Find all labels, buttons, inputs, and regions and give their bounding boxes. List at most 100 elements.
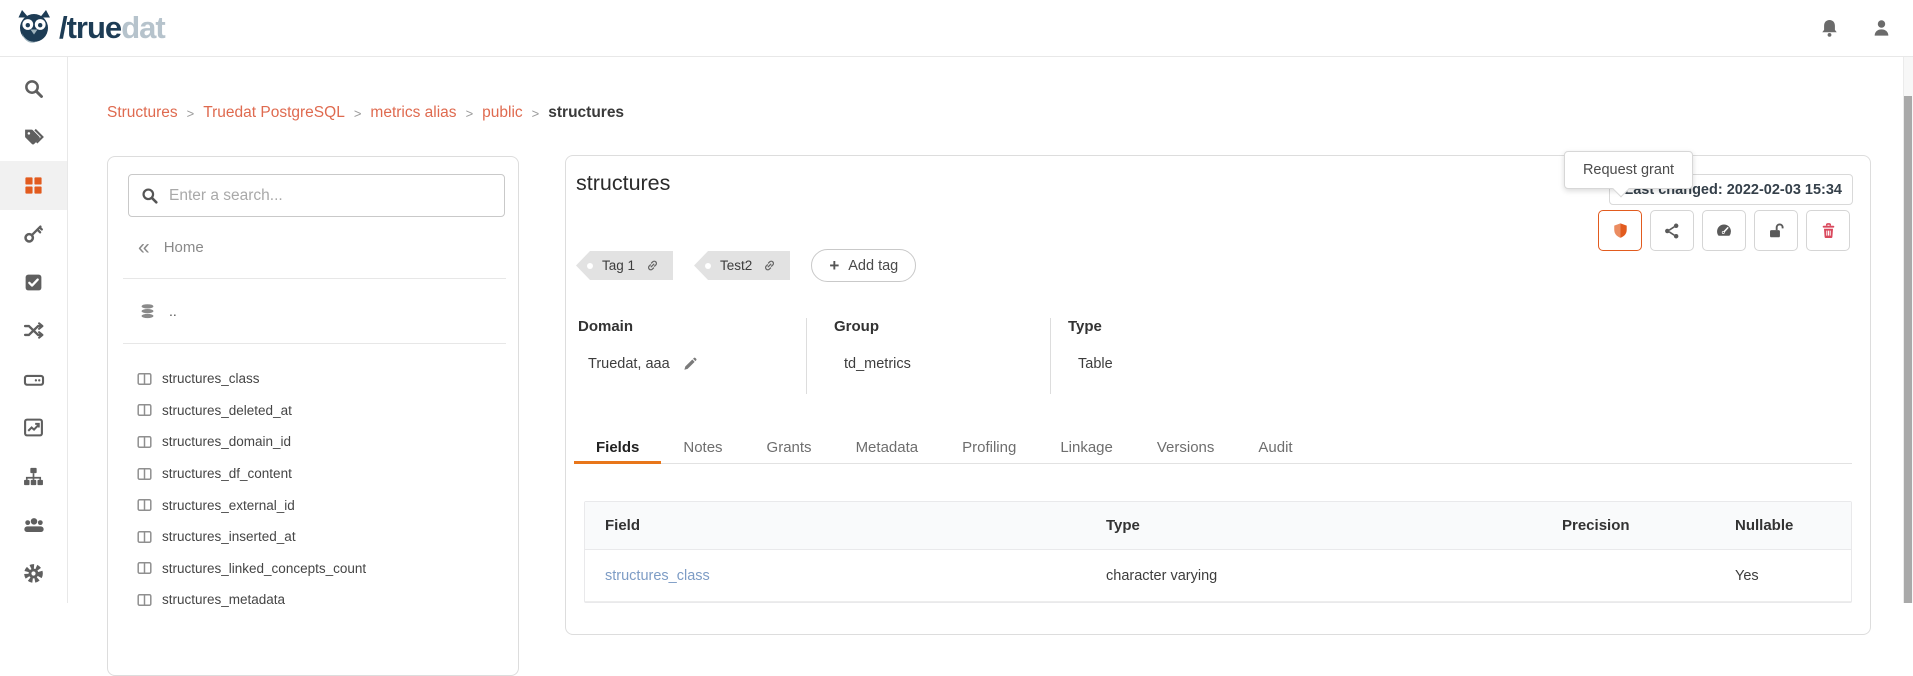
breadcrumb-link-structures[interactable]: Structures [107,104,178,122]
domain-label: Domain [578,318,806,335]
tab-notes[interactable]: Notes [661,431,744,463]
tab-profiling[interactable]: Profiling [940,431,1038,463]
tab-linkage[interactable]: Linkage [1038,431,1135,463]
sidebar-item-tags[interactable] [0,113,67,162]
sidebar-item-permissions[interactable] [0,210,67,259]
users-icon [23,514,45,535]
tag-chip[interactable]: Tag 1 [576,251,673,280]
trash-icon [1820,222,1837,240]
table-icon [137,561,152,575]
group-value: td_metrics [844,356,911,372]
explorer-parent-item[interactable]: .. [108,279,518,343]
structure-tree: structures_class structures_deleted_at s… [108,344,518,616]
add-tag-button[interactable]: + Add tag [811,249,916,282]
sidebar-item-lineage[interactable] [0,307,67,356]
share-icon [1663,222,1681,240]
home-label: Home [164,239,204,256]
breadcrumb-link-schema[interactable]: public [482,104,523,122]
tab-audit[interactable]: Audit [1236,431,1314,463]
structure-detail-card: structures Last changed: 2022-02-03 15:3… [565,155,1871,635]
tree-item[interactable]: structures_linked_concepts_count [108,553,518,585]
structure-explorer-panel: « Home .. structures_class structures_de… [107,156,519,676]
key-icon [23,223,44,244]
truedat-logo[interactable]: /truedat [14,8,165,48]
side-navigation [0,57,68,603]
sidebar-item-settings[interactable] [0,549,67,598]
request-grant-tooltip: Request grant [1564,151,1693,189]
type-label: Type [1068,318,1250,335]
table-icon [137,467,152,481]
tree-item[interactable]: structures_df_content [108,458,518,490]
metadata-summary: Domain Truedat, aaa Group td_metrics Typ… [578,318,1250,394]
breadcrumb-link-system[interactable]: Truedat PostgreSQL [203,104,345,122]
unlock-button[interactable] [1754,210,1798,251]
table-icon [137,372,152,386]
logo-wordmark: /truedat [59,10,165,46]
search-input[interactable] [169,187,492,205]
unlock-icon [1767,222,1786,240]
breadcrumb-separator: > [466,106,474,121]
group-column: Group td_metrics [806,318,1050,394]
tree-item[interactable]: structures_class [108,363,518,395]
parent-item-label: .. [169,303,177,319]
type-column: Type Table [1050,318,1250,394]
plus-icon: + [829,257,839,274]
field-name-link[interactable]: structures_class [585,568,1086,584]
request-grant-button[interactable] [1598,210,1642,251]
field-nullable-value: Yes [1715,568,1851,584]
check-square-icon [23,272,44,293]
column-header-field: Field [585,517,1086,534]
tree-item[interactable]: structures_external_id [108,489,518,521]
field-type-value: character varying [1086,568,1542,584]
tab-metadata[interactable]: Metadata [834,431,941,463]
breadcrumb-link-database[interactable]: metrics alias [370,104,456,122]
owl-logo-icon [14,8,54,48]
link-icon[interactable] [762,258,777,273]
sidebar-item-quality[interactable] [0,258,67,307]
sidebar-item-sources[interactable] [0,355,67,404]
scrollbar-thumb[interactable] [1904,96,1912,603]
edit-domain-pencil-icon[interactable] [682,356,698,372]
breadcrumb-separator: > [354,106,362,121]
share-button[interactable] [1650,210,1694,251]
tree-item[interactable]: structures_metadata [108,584,518,616]
table-icon [137,435,152,449]
breadcrumb-current: structures [548,104,624,122]
column-header-precision: Precision [1542,517,1715,534]
tab-fields[interactable]: Fields [574,431,661,464]
scrollbar-track[interactable] [1903,0,1913,603]
sidebar-item-structures[interactable] [0,161,67,210]
domain-column: Domain Truedat, aaa [578,318,806,394]
table-icon [137,403,152,417]
group-label: Group [834,318,1050,335]
profile-gauge-button[interactable] [1702,210,1746,251]
shield-icon [1612,221,1629,240]
tab-grants[interactable]: Grants [745,431,834,463]
sidebar-item-dashboards[interactable] [0,404,67,453]
tab-versions[interactable]: Versions [1135,431,1237,463]
chart-line-icon [23,417,44,438]
tree-item[interactable]: structures_inserted_at [108,521,518,553]
notifications-bell-icon[interactable] [1820,18,1839,39]
column-header-nullable: Nullable [1715,517,1851,534]
sidebar-item-users[interactable] [0,501,67,550]
sidebar-item-search[interactable] [0,64,67,113]
delete-button[interactable] [1806,210,1850,251]
column-header-type: Type [1086,517,1542,534]
table-icon [137,498,152,512]
link-icon[interactable] [645,258,660,273]
user-avatar-icon[interactable] [1872,18,1891,38]
tag-chip[interactable]: Test2 [694,251,790,280]
tree-item[interactable]: structures_domain_id [108,426,518,458]
search-icon [23,78,44,99]
tags-row: Tag 1 Test2 + Add tag [576,249,916,282]
explorer-search-box[interactable] [128,174,505,217]
sidebar-item-domains[interactable] [0,452,67,501]
table-row: structures_class character varying Yes [585,550,1851,602]
tree-item[interactable]: structures_deleted_at [108,395,518,427]
collapse-chevrons-icon: « [138,237,150,258]
breadcrumb-separator: > [187,106,195,121]
tag-label: Test2 [720,258,752,273]
explorer-home-button[interactable]: « Home [108,217,518,278]
detail-tabs: Fields Notes Grants Metadata Profiling L… [574,431,1852,464]
